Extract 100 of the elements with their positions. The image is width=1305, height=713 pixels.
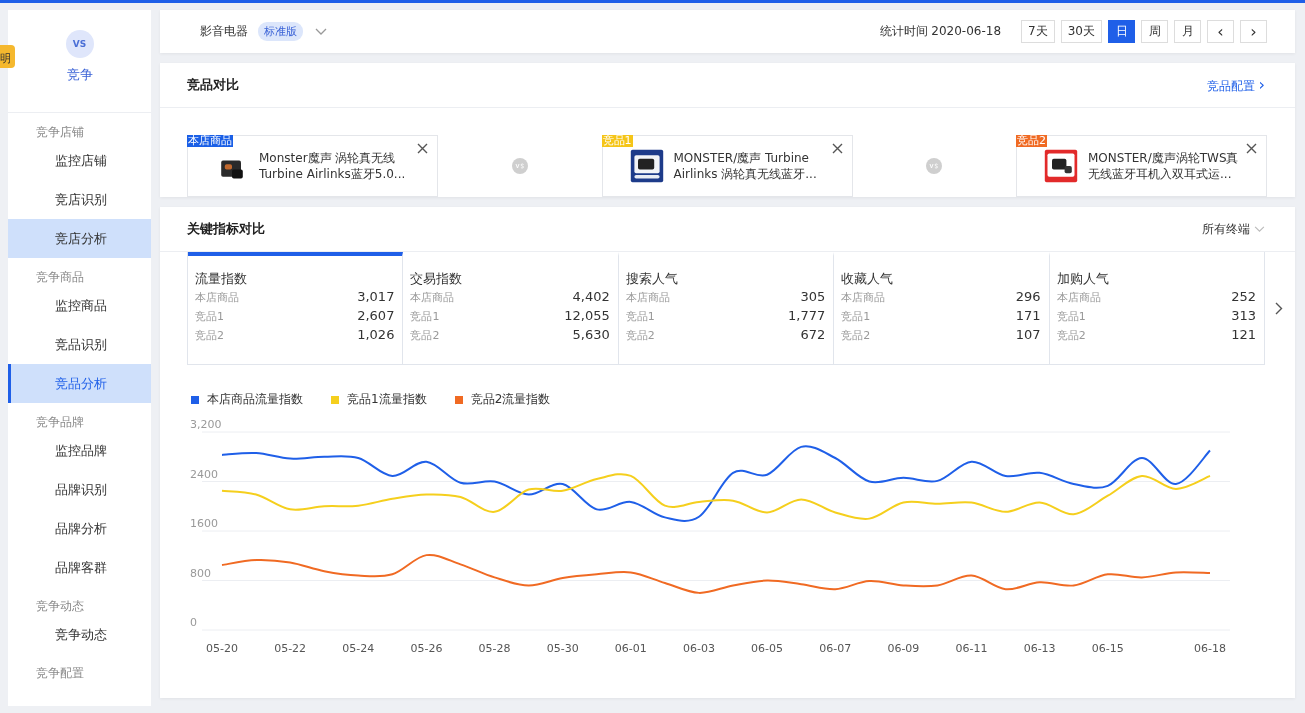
x-tick-label: 06-09 [887, 642, 920, 655]
x-tick-label: 06-11 [955, 642, 988, 655]
section-title: 关键指标对比 [187, 220, 265, 238]
close-icon[interactable] [1246, 143, 1257, 154]
sidebar-item[interactable]: 品牌识别 [8, 470, 151, 509]
stat-time: 统计时间 2020-06-18 [879, 23, 1002, 40]
metric-value: 3,017 [357, 289, 395, 304]
metric-value: 1,777 [788, 308, 826, 323]
legend-label: 竞品2流量指数 [470, 391, 551, 408]
metric-title: 交易指数 [410, 270, 464, 288]
sidebar-group-title: 竞争商品 [35, 269, 85, 286]
sidebar-group-title: 竞争店铺 [35, 124, 85, 141]
metric-title: 收藏人气 [841, 270, 895, 288]
metric-title: 加购人气 [1056, 270, 1110, 288]
metric-value: 296 [1015, 289, 1041, 304]
metric-value: 107 [1015, 327, 1041, 342]
x-tick-label: 05-30 [546, 642, 579, 655]
help-badge[interactable]: 明 [0, 45, 15, 68]
product-name: MONSTER/魔声涡轮TWS真无线蓝牙耳机入双耳式运... [1088, 150, 1240, 182]
edition-badge: 标准版 [258, 22, 303, 41]
period-button[interactable]: 月 [1174, 20, 1201, 43]
chevron-right-icon[interactable] [1275, 302, 1283, 315]
sidebar-item[interactable]: 品牌客群 [8, 548, 151, 587]
x-tick-label: 06-15 [1091, 642, 1124, 655]
metric-value: 5,630 [572, 327, 610, 342]
x-tick-label: 06-05 [751, 642, 784, 655]
x-tick-label: 06-03 [683, 642, 715, 655]
metric-value: 121 [1231, 327, 1257, 342]
product-tag: 竞品1 [601, 135, 633, 147]
sidebar-title: 竞争 [66, 66, 93, 84]
x-tick-label: 05-22 [274, 642, 307, 655]
metric-value: 313 [1231, 308, 1257, 323]
sidebar-item[interactable]: 竞品分析 [8, 364, 151, 403]
metric-label: 竞品2 [410, 328, 440, 343]
previous-button[interactable]: ‹ [1207, 20, 1234, 43]
metric-label: 竞品1 [625, 309, 655, 324]
sidebar-item[interactable]: 竞店分析 [8, 219, 151, 258]
metric-label: 本店商品 [625, 290, 670, 305]
product-name: MONSTER/魔声 Turbine Airlinks 涡轮真无线蓝牙... [673, 150, 818, 182]
x-tick-label: 05-24 [342, 642, 375, 655]
metric-label: 竞品1 [1056, 309, 1086, 324]
period-button[interactable]: 30天 [1060, 20, 1102, 43]
versus-icon: VS [65, 30, 94, 58]
terminal-dropdown[interactable]: 所有终端 [1202, 220, 1250, 238]
metric-value: 672 [800, 327, 826, 342]
metric-title: 流量指数 [195, 270, 248, 288]
legend-label: 竞品1流量指数 [347, 391, 427, 408]
sidebar-group-title: 竞争动态 [35, 598, 85, 615]
metric-label: 本店商品 [195, 290, 239, 305]
period-button[interactable]: 7天 [1021, 20, 1055, 43]
sidebar-item[interactable]: 监控商品 [8, 286, 151, 325]
legend-label: 本店商品流量指数 [207, 391, 303, 408]
help-label: 明 [0, 52, 11, 65]
period-button[interactable]: 周 [1141, 20, 1168, 43]
sidebar-group-title: 竞争配置 [35, 665, 85, 682]
sidebar-item[interactable]: 竞争动态 [8, 615, 151, 654]
config-link[interactable]: 竞品配置 › [1206, 75, 1265, 95]
metric-value: 252 [1231, 289, 1257, 304]
metric-card[interactable]: 流量指数 本店商品 3,017 竞品1 2,607 竞品2 1,026 [188, 252, 404, 364]
category-label: 影音电器 [200, 23, 248, 40]
metric-title: 搜索人气 [625, 270, 679, 288]
versus-icon [511, 158, 528, 174]
x-tick-label: 05-26 [410, 642, 443, 655]
metric-value: 2,607 [357, 308, 395, 323]
metric-label: 竞品1 [195, 309, 224, 324]
sidebar-item[interactable]: 竞品识别 [8, 325, 151, 364]
versus-icon [926, 158, 943, 174]
metric-card[interactable]: 搜索人气 本店商品 305 竞品1 1,777 竞品2 672 [618, 252, 835, 364]
metric-card[interactable]: 加购人气 本店商品 252 竞品1 313 竞品2 121 [1049, 252, 1265, 364]
metric-label: 竞品2 [195, 328, 224, 343]
y-tick-label: 1600 [190, 517, 218, 530]
metric-label: 竞品2 [841, 328, 871, 343]
y-tick-label: 2400 [190, 467, 218, 481]
sidebar-item[interactable]: 竞店识别 [8, 180, 151, 219]
metric-label: 本店商品 [410, 290, 455, 305]
x-tick-label: 06-18 [1194, 642, 1226, 655]
metric-value: 12,055 [564, 308, 610, 323]
period-button[interactable]: 日 [1108, 20, 1135, 43]
metric-card[interactable]: 收藏人气 本店商品 296 竞品1 171 竞品2 107 [834, 252, 1050, 364]
metric-value: 1,026 [357, 327, 395, 342]
metric-label: 竞品1 [841, 309, 871, 324]
close-icon[interactable] [417, 143, 428, 154]
metric-value: 305 [800, 289, 826, 304]
sidebar-item[interactable]: 监控店铺 [8, 141, 151, 180]
metric-label: 本店商品 [841, 290, 886, 305]
sidebar-item[interactable]: 品牌分析 [8, 509, 151, 548]
sidebar-item[interactable]: 监控品牌 [8, 431, 151, 470]
y-tick-label: 3,200 [190, 418, 222, 431]
chevron-down-icon[interactable] [315, 27, 327, 36]
x-tick-label: 06-01 [614, 642, 647, 655]
section-title: 竞品对比 [187, 76, 239, 94]
product-name: Monster魔声 涡轮真无线Turbine Airlinks蓝牙5.0... [259, 150, 407, 182]
close-icon[interactable] [831, 143, 843, 154]
x-tick-label: 05-28 [478, 642, 511, 655]
metric-card[interactable]: 交易指数 本店商品 4,402 竞品1 12,055 竞品2 5,630 [403, 252, 619, 364]
x-tick-label: 06-07 [819, 642, 852, 655]
y-tick-label: 800 [190, 566, 211, 580]
metric-label: 竞品2 [625, 328, 655, 343]
metric-label: 本店商品 [1056, 290, 1101, 305]
next-button[interactable]: › [1240, 20, 1267, 43]
